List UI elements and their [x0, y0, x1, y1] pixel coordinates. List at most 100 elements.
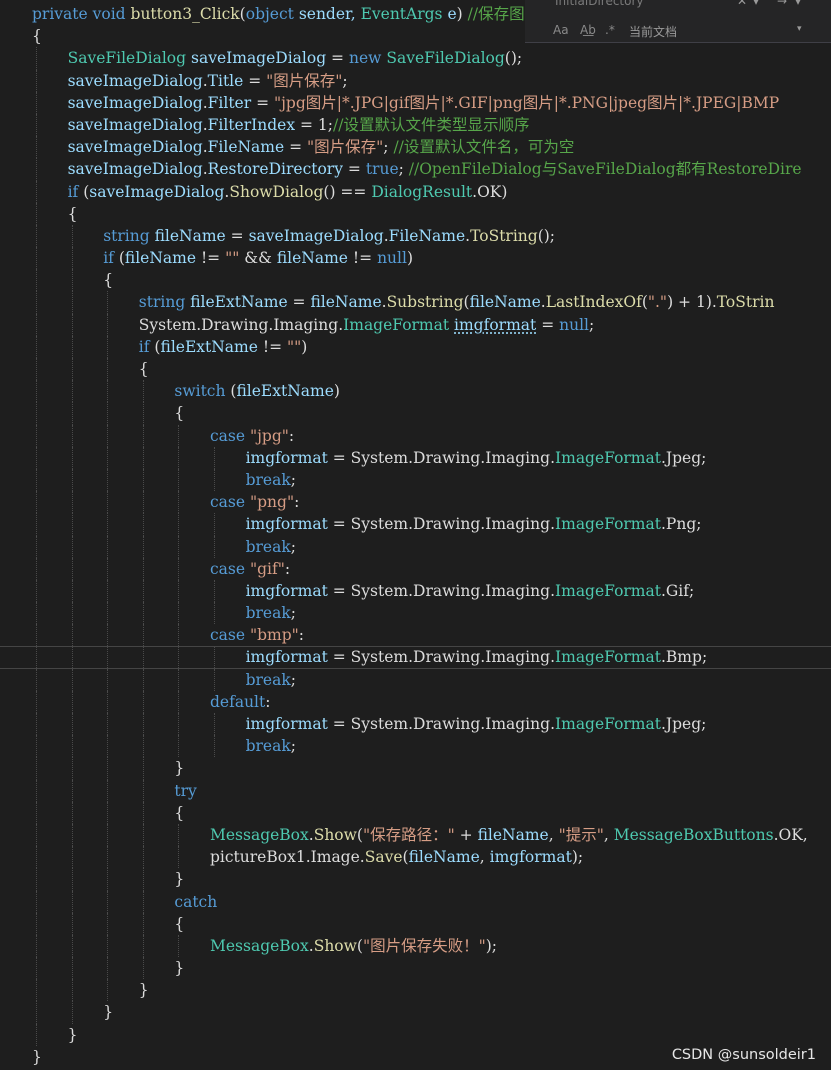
code-line[interactable]: System.Drawing.Imaging.ImageFormat imgfo… — [0, 313, 831, 336]
code-line[interactable]: { — [0, 202, 831, 225]
code-area[interactable]: private void button3_Click(object sender… — [0, 3, 831, 1068]
indent-guide — [36, 912, 37, 935]
code-token: ) — [333, 382, 340, 401]
indent-guide — [36, 158, 37, 181]
indent-guide — [107, 402, 109, 425]
code-line[interactable]: case "jpg": — [0, 424, 831, 447]
code-line[interactable]: MessageBox.Show("图片保存失败！"); — [0, 934, 831, 958]
indent-guide — [71, 823, 73, 847]
indent-guide — [142, 624, 144, 647]
code-line[interactable]: break; — [0, 668, 831, 691]
code-token: null — [559, 315, 589, 334]
find-more-button[interactable]: ▾ — [795, 0, 801, 8]
code-token: fileName — [477, 825, 549, 844]
chevron-down-icon[interactable]: ▾ — [797, 24, 802, 34]
code-token: Imaging — [485, 448, 551, 467]
indent-guide — [36, 1001, 37, 1024]
code-line[interactable]: break; — [0, 535, 831, 558]
code-line[interactable]: saveImageDialog.RestoreDirectory = true;… — [0, 158, 831, 181]
code-token: ; — [701, 715, 707, 733]
code-token: = — [225, 226, 249, 245]
code-line[interactable]: imgformat = System.Drawing.Imaging.Image… — [0, 579, 831, 603]
find-options-button[interactable]: ▾ — [753, 0, 759, 8]
code-token: System — [350, 715, 409, 733]
code-line[interactable]: break; — [0, 735, 831, 758]
code-line[interactable]: imgformat = System.Drawing.Imaging.Image… — [0, 713, 831, 736]
code-token: private — [32, 5, 93, 23]
code-line[interactable]: saveImageDialog.Title = "图片保存"; — [0, 69, 831, 92]
code-line[interactable]: { — [0, 358, 831, 381]
indent-guide — [71, 557, 73, 580]
code-line[interactable]: imgformat = System.Drawing.Imaging.Image… — [0, 646, 831, 669]
indent-guide — [36, 668, 37, 691]
code-token: Drawing — [201, 315, 269, 334]
code-line[interactable]: MessageBox.Show("保存路径：" + fileName, "提示"… — [0, 823, 831, 847]
indent-guide — [142, 757, 144, 780]
code-line[interactable]: case "bmp": — [0, 624, 831, 647]
indent-guide — [107, 779, 109, 802]
code-line-content: default: — [210, 691, 270, 713]
code-line[interactable]: { — [0, 801, 831, 824]
search-scope-dropdown[interactable]: 当前文档 — [629, 23, 677, 40]
code-line[interactable]: } — [0, 868, 831, 891]
indent-guide — [36, 247, 37, 270]
code-line[interactable]: { — [0, 269, 831, 292]
code-line[interactable]: string fileExtName = fileName.Substring(… — [0, 291, 831, 314]
code-line[interactable]: SaveFileDialog saveImageDialog = new Sav… — [0, 47, 831, 70]
code-token: Bmp — [665, 648, 702, 667]
code-line[interactable]: default: — [0, 690, 831, 713]
indent-guide — [142, 846, 144, 869]
indent-guide — [71, 247, 73, 270]
indent-guide — [36, 47, 37, 70]
code-token: ; — [290, 670, 296, 689]
code-line[interactable]: { — [0, 912, 831, 935]
whole-word-toggle[interactable]: A͟b — [580, 23, 596, 37]
code-line[interactable]: imgformat = System.Drawing.Imaging.Image… — [0, 446, 831, 469]
code-line[interactable]: } — [0, 1001, 831, 1024]
code-token: void — [92, 5, 131, 23]
code-line[interactable]: string fileName = saveImageDialog.FileNa… — [0, 224, 831, 248]
code-line[interactable]: if (fileExtName != "") — [0, 335, 831, 358]
indent-guide — [107, 668, 109, 691]
code-line[interactable]: switch (fileExtName) — [0, 380, 831, 403]
code-line[interactable]: } — [0, 979, 831, 1002]
code-line[interactable]: } — [0, 957, 831, 980]
indent-guide — [71, 801, 73, 824]
code-line[interactable]: try — [0, 779, 831, 802]
code-line[interactable]: imgformat = System.Drawing.Imaging.Image… — [0, 513, 831, 536]
code-token: sender, — [298, 5, 361, 23]
code-line[interactable]: break; — [0, 468, 831, 492]
code-line[interactable]: } — [0, 1023, 831, 1046]
code-token: fileName — [154, 226, 226, 245]
code-token: break — [245, 470, 291, 489]
code-line[interactable]: if (saveImageDialog.ShowDialog() == Dial… — [0, 180, 831, 203]
code-token: if — [103, 249, 119, 268]
code-line[interactable]: if (fileName != "" && fileName != null) — [0, 247, 831, 270]
indent-guide — [71, 358, 73, 381]
code-line-content: saveImageDialog.FileName = "图片保存"; //设置默… — [68, 136, 575, 158]
indent-guide — [107, 535, 109, 558]
code-token: //OpenFileDialog与SaveFileDialog都有Restore… — [408, 160, 802, 179]
find-input[interactable]: InitialDirectory — [555, 0, 644, 8]
code-line[interactable]: } — [0, 757, 831, 780]
code-line[interactable]: pictureBox1.Image.Save(fileName, imgform… — [0, 846, 831, 869]
code-line[interactable]: case "gif": — [0, 557, 831, 580]
code-line[interactable]: saveImageDialog.FileName = "图片保存"; //设置默… — [0, 136, 831, 159]
code-line-content: imgformat = System.Drawing.Imaging.Image… — [246, 513, 702, 535]
code-line-content: break; — [246, 602, 296, 624]
code-line[interactable]: case "png": — [0, 491, 831, 514]
code-token: if — [67, 182, 84, 201]
regex-toggle[interactable]: .* — [605, 23, 615, 37]
code-token: "" — [287, 337, 302, 356]
code-line[interactable]: saveImageDialog.Filter = "jpg图片|*.JPG|gi… — [0, 91, 831, 114]
find-next-button[interactable]: → — [777, 0, 787, 8]
close-find-button[interactable]: ✕ — [737, 0, 747, 8]
code-token: ShowDialog — [229, 182, 324, 201]
code-line[interactable]: break; — [0, 602, 831, 625]
code-editor[interactable]: private void button3_Click(object sender… — [0, 0, 831, 1070]
code-line[interactable]: { — [0, 402, 831, 425]
code-line[interactable]: saveImageDialog.FilterIndex = 1;//设置默认文件… — [0, 113, 831, 137]
code-line[interactable]: catch — [0, 890, 831, 913]
code-line-content: { — [174, 913, 184, 935]
match-case-toggle[interactable]: Aa — [553, 23, 569, 37]
